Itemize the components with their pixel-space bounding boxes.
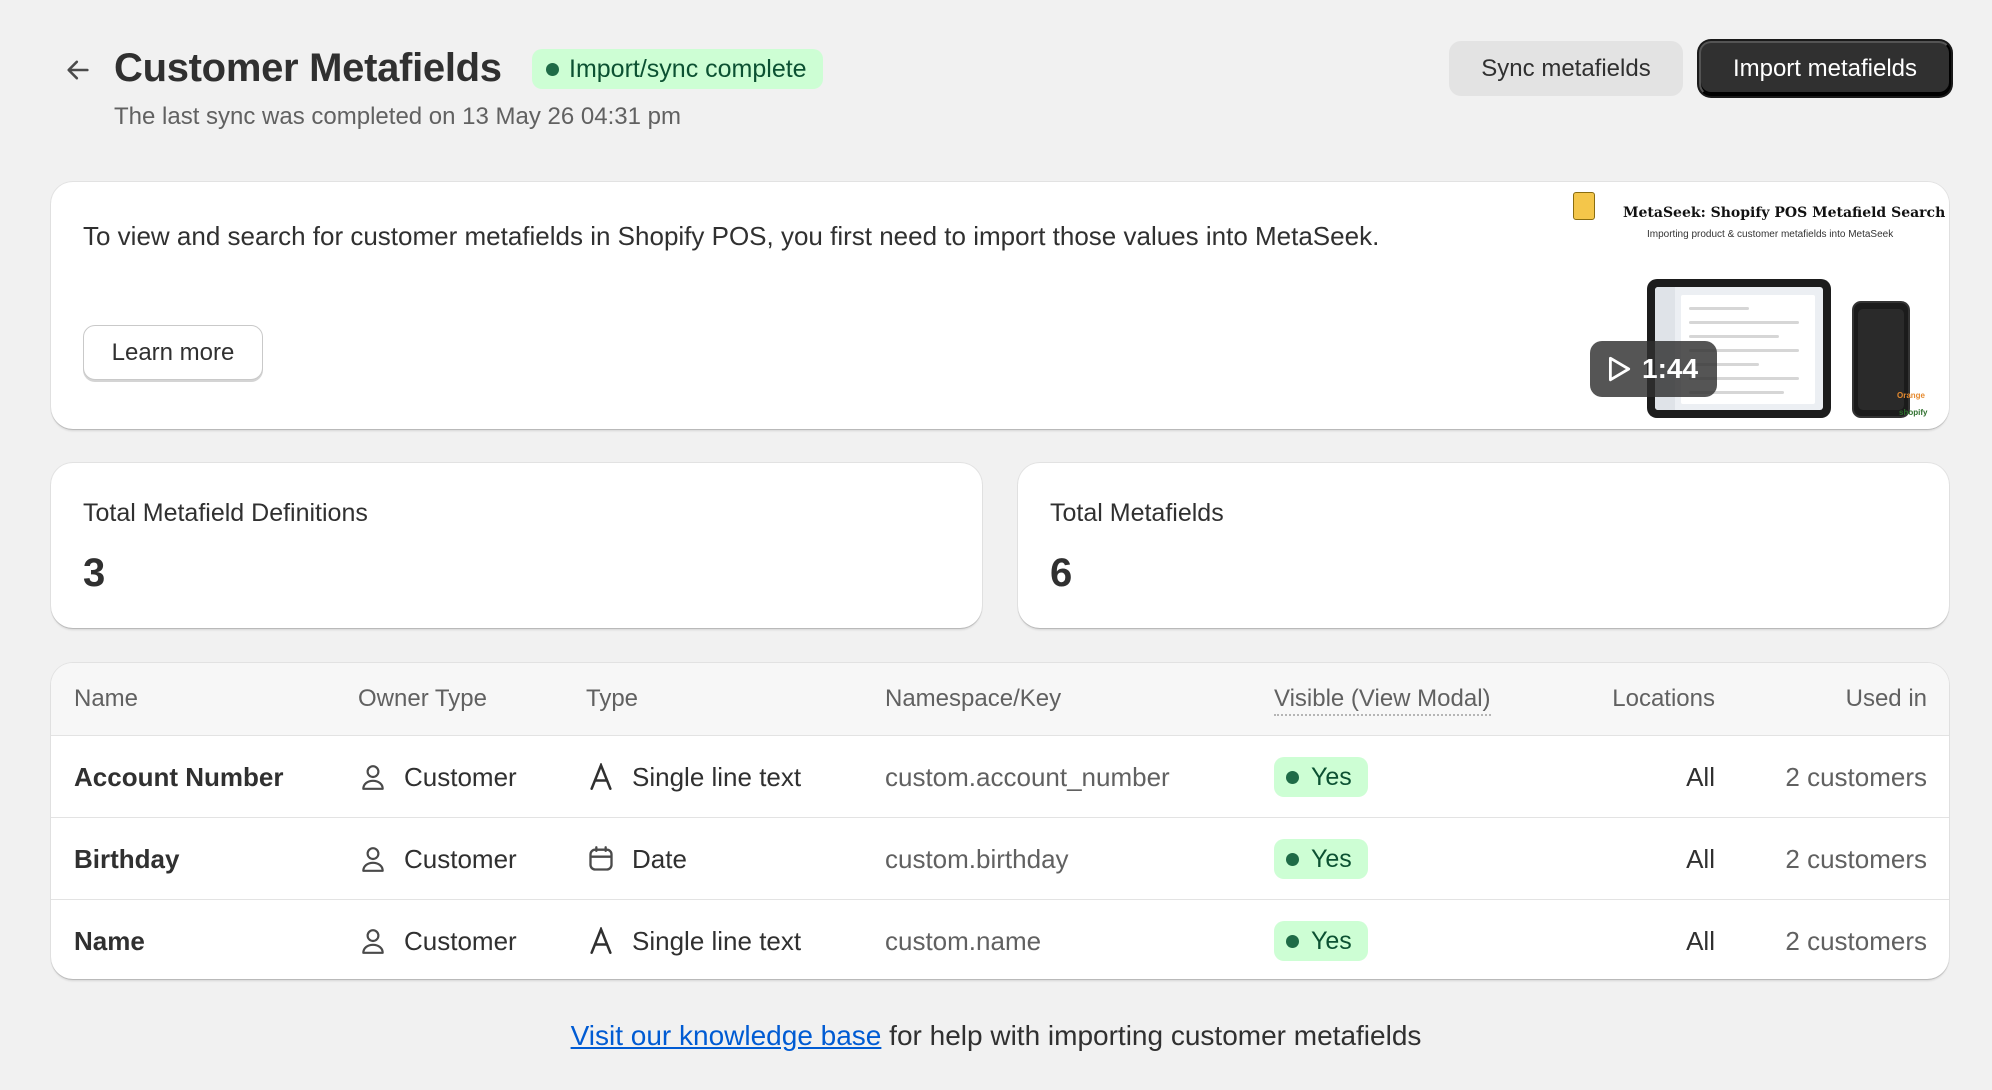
page-title: Customer Metafields bbox=[114, 46, 502, 90]
person-icon bbox=[358, 762, 388, 792]
status-dot-icon bbox=[1286, 934, 1299, 948]
visible-label: Yes bbox=[1311, 762, 1352, 791]
visible-badge: Yes bbox=[1274, 839, 1368, 879]
visible-cell: Yes bbox=[1274, 736, 1368, 818]
play-icon bbox=[1608, 356, 1631, 382]
locations-value: All bbox=[1686, 925, 1715, 956]
column-header-type[interactable]: Type bbox=[586, 685, 638, 713]
play-video-button[interactable]: 1:44 bbox=[1590, 341, 1717, 397]
status-dot-icon bbox=[1286, 770, 1299, 784]
back-button[interactable] bbox=[58, 50, 98, 90]
table-row[interactable]: Account Number Customer Single line text… bbox=[51, 736, 1949, 818]
metafield-name: Birthday bbox=[74, 843, 180, 874]
used-in-value: 2 customers bbox=[1785, 925, 1927, 956]
metafield-name: Name bbox=[74, 925, 145, 956]
owner-type-cell: Customer bbox=[358, 818, 517, 900]
stat-label: Total Metafield Definitions bbox=[83, 499, 368, 527]
type-cell: Date bbox=[586, 818, 687, 900]
table-row[interactable]: Birthday Customer Date custom.birthday Y… bbox=[51, 818, 1949, 900]
table-header: Name Owner Type Type Namespace/Key Visib… bbox=[51, 663, 1949, 736]
visible-badge: Yes bbox=[1274, 757, 1368, 797]
stat-card-metafields: Total Metafields 6 bbox=[1018, 463, 1949, 628]
info-banner-text: To view and search for customer metafiel… bbox=[83, 221, 1380, 251]
type-cell: Single line text bbox=[586, 900, 801, 979]
brand-logo-orange: Orange bbox=[1897, 391, 1926, 400]
knowledge-base-link[interactable]: Visit our knowledge base bbox=[571, 1020, 882, 1051]
owner-type-cell: Customer bbox=[358, 736, 517, 818]
metafield-name: Account Number bbox=[74, 761, 284, 792]
visible-label: Yes bbox=[1311, 926, 1352, 955]
clipboard-search-icon bbox=[1573, 192, 1595, 220]
visible-cell: Yes bbox=[1274, 900, 1368, 979]
column-header-visible[interactable]: Visible (View Modal) bbox=[1274, 685, 1491, 716]
learn-more-button[interactable]: Learn more bbox=[83, 325, 263, 380]
text-icon bbox=[586, 926, 616, 956]
brand-logo-shopify: shopify bbox=[1899, 408, 1928, 417]
status-dot-icon bbox=[546, 62, 559, 76]
import-metafields-button[interactable]: Import metafields bbox=[1699, 41, 1951, 96]
owner-type-label: Customer bbox=[404, 925, 517, 956]
stat-label: Total Metafields bbox=[1050, 499, 1224, 527]
type-label: Single line text bbox=[632, 925, 802, 956]
column-header-name[interactable]: Name bbox=[74, 685, 138, 713]
person-icon bbox=[358, 926, 388, 956]
type-label: Date bbox=[632, 843, 687, 874]
column-header-locations[interactable]: Locations bbox=[1612, 685, 1715, 713]
text-icon bbox=[586, 762, 616, 792]
calendar-icon bbox=[586, 844, 616, 874]
column-header-owner-type[interactable]: Owner Type bbox=[358, 685, 487, 713]
table-row[interactable]: Name Customer Single line text custom.na… bbox=[51, 900, 1949, 979]
used-in-value: 2 customers bbox=[1785, 761, 1927, 792]
locations-value: All bbox=[1686, 761, 1715, 792]
stat-value: 3 bbox=[83, 551, 106, 595]
help-footer: Visit our knowledge base for help with i… bbox=[0, 1020, 1992, 1052]
owner-type-label: Customer bbox=[404, 843, 517, 874]
arrow-left-icon bbox=[67, 60, 89, 80]
column-header-used-in[interactable]: Used in bbox=[1846, 685, 1927, 713]
person-icon bbox=[358, 844, 388, 874]
namespace-key: custom.account_number bbox=[885, 761, 1170, 792]
status-badge: Import/sync complete bbox=[532, 49, 823, 89]
locations-value: All bbox=[1686, 843, 1715, 874]
type-label: Single line text bbox=[632, 761, 802, 792]
status-dot-icon bbox=[1286, 852, 1299, 866]
visible-label: Yes bbox=[1311, 844, 1352, 873]
info-banner-card: To view and search for customer metafiel… bbox=[51, 182, 1949, 429]
page-subtitle: The last sync was completed on 13 May 26… bbox=[114, 103, 681, 130]
visible-badge: Yes bbox=[1274, 921, 1368, 961]
status-badge-label: Import/sync complete bbox=[569, 54, 807, 83]
phone-mockup bbox=[1852, 301, 1910, 418]
video-thumbnail[interactable]: MetaSeek: Shopify POS Metafield Search I… bbox=[1511, 182, 1949, 429]
type-cell: Single line text bbox=[586, 736, 801, 818]
video-duration: 1:44 bbox=[1642, 353, 1699, 384]
namespace-key: custom.birthday bbox=[885, 843, 1069, 874]
video-subtitle: Importing product & customer metafields … bbox=[1647, 229, 1894, 240]
visible-cell: Yes bbox=[1274, 818, 1368, 900]
help-footer-text: for help with importing customer metafie… bbox=[881, 1020, 1422, 1051]
video-title: MetaSeek: Shopify POS Metafield Search bbox=[1623, 205, 1946, 221]
used-in-value: 2 customers bbox=[1785, 843, 1927, 874]
stat-card-definitions: Total Metafield Definitions 3 bbox=[51, 463, 982, 628]
stat-value: 6 bbox=[1050, 551, 1073, 595]
owner-type-label: Customer bbox=[404, 761, 517, 792]
column-header-namespace-key[interactable]: Namespace/Key bbox=[885, 685, 1061, 713]
sync-metafields-button[interactable]: Sync metafields bbox=[1449, 41, 1683, 96]
metafields-table: Name Owner Type Type Namespace/Key Visib… bbox=[51, 663, 1949, 979]
namespace-key: custom.name bbox=[885, 925, 1042, 956]
owner-type-cell: Customer bbox=[358, 900, 517, 979]
